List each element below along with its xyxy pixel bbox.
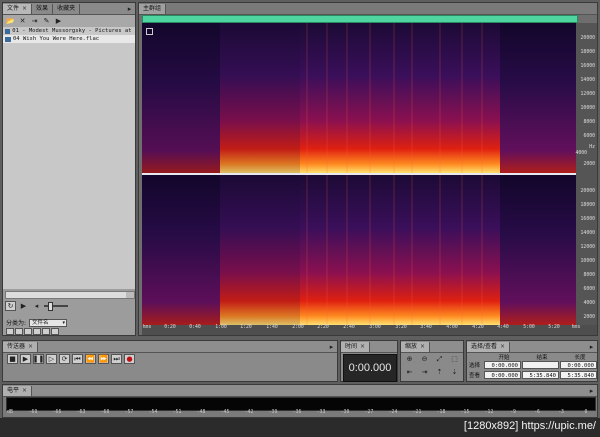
edit-file-icon[interactable]: ✎	[41, 16, 52, 26]
view-audio-icon[interactable]	[15, 328, 23, 335]
tab-files[interactable]: 文件 ×	[3, 4, 33, 14]
level-meter	[6, 397, 596, 411]
close-icon[interactable]: ×	[420, 343, 425, 350]
loop-icon[interactable]: ↻	[5, 301, 16, 311]
selection-end-field[interactable]	[522, 361, 559, 369]
zoom-out-horizontal-icon[interactable]: ⊖	[419, 354, 430, 364]
spectrogram	[142, 23, 576, 325]
selection-header: 开始 结束 长度	[498, 355, 586, 361]
file-list: 01 - Modest Mussorgsky - Pictures at an.…	[3, 27, 135, 289]
view-midi-icon[interactable]	[51, 328, 59, 335]
play-preview-icon[interactable]: ▶	[18, 301, 29, 311]
skip-to-start-icon[interactable]: ⏮	[72, 354, 83, 364]
pause-icon[interactable]: ❚❚	[33, 354, 44, 364]
tab-time[interactable]: 时间 ×	[341, 342, 371, 352]
play-file-icon[interactable]: ▶	[53, 16, 64, 26]
watermark-bar: [1280x892] https://upic.me/	[0, 418, 600, 437]
volume-icon[interactable]: ◂	[31, 301, 42, 311]
insert-icon[interactable]: ⇥	[29, 16, 40, 26]
preview-controls: ↻ ▶ ◂	[5, 301, 68, 311]
zoom-buttons: ⊕ ⊖ ⤢ ⬚ ⇤ ⇥ ⇡ ⇣	[404, 354, 461, 377]
transport-buttons: ■ ▶ ❚❚ ▷ ⟳ ⏮ ⏪ ⏩ ⏭ ●	[7, 354, 135, 364]
selection-length-field[interactable]: 0:00.000	[560, 361, 597, 369]
spectral-display[interactable]	[142, 23, 576, 325]
view-loop-icon[interactable]	[33, 328, 41, 335]
panel-menu-icon[interactable]: ▸	[124, 4, 135, 14]
selection-start-field[interactable]: 0:00.000	[484, 361, 521, 369]
list-item[interactable]: 04 Wish You Were Here.flac	[3, 35, 135, 43]
tab-effects[interactable]: 效果	[32, 4, 54, 14]
time-panel: 时间 × 0:00.000	[340, 340, 398, 382]
overview-bar[interactable]	[142, 15, 578, 23]
editor-panel: 主群组 Hz 20000 18000 16000 14000 12000 100…	[138, 2, 598, 336]
chevron-down-icon: ▾	[62, 319, 66, 326]
view-end-field[interactable]: 5:35.840	[522, 371, 559, 379]
tab-zoom[interactable]: 缩放 ×	[401, 342, 431, 352]
stop-icon[interactable]: ■	[7, 354, 18, 364]
file-list-scrollbar[interactable]	[5, 291, 135, 299]
tab-transport[interactable]: 传送器 ×	[3, 342, 39, 352]
view-session-icon[interactable]	[42, 328, 50, 335]
tab-selection-view[interactable]: 选择/查看 ×	[467, 342, 511, 352]
view-all-icon[interactable]	[6, 328, 14, 335]
sort-select[interactable]: 文件名 ▾	[29, 318, 68, 327]
panel-menu-icon[interactable]: ▸	[586, 342, 597, 352]
panel-menu-icon[interactable]: ▸	[326, 342, 337, 352]
skip-to-end-icon[interactable]: ⏭	[111, 354, 122, 364]
level-scale: dB -69 -66 -63 -60 -57 -54 -51 -48 -45 -…	[7, 410, 588, 415]
hud-icon[interactable]	[146, 28, 153, 35]
rewind-icon[interactable]: ⏪	[85, 354, 96, 364]
zoom-left-edge-icon[interactable]: ⇤	[404, 367, 415, 377]
tab-level[interactable]: 电平 ×	[3, 386, 33, 396]
time-display: 0:00.000	[343, 354, 397, 382]
view-row: 查看 0:00.000 5:35.840 5:35.840	[469, 371, 597, 379]
zoom-panel: 缩放 × ⊕ ⊖ ⤢ ⬚ ⇤ ⇥ ⇡ ⇣	[400, 340, 464, 382]
zoom-in-vertical-icon[interactable]: ⇡	[434, 367, 445, 377]
zoom-full-icon[interactable]: ⤢	[434, 354, 445, 364]
zoom-right-edge-icon[interactable]: ⇥	[419, 367, 430, 377]
play-icon[interactable]: ▶	[20, 354, 31, 364]
view-length-field[interactable]: 5:35.840	[560, 371, 597, 379]
audio-file-icon	[5, 28, 11, 34]
import-file-icon[interactable]: 📂	[5, 16, 16, 26]
zoom-selection-icon[interactable]: ⬚	[449, 354, 460, 364]
close-icon[interactable]: ×	[22, 387, 27, 394]
frequency-scale: Hz 20000 18000 16000 14000 12000 10000 8…	[575, 23, 597, 325]
close-icon[interactable]: ×	[360, 343, 365, 350]
play-loop-icon[interactable]: ⟳	[59, 354, 70, 364]
files-panel: 文件 × 效果 收藏夹 ▸ 📂 ✕ ⇥ ✎ ▶ 01 - Modest Musso…	[2, 2, 136, 336]
close-file-icon[interactable]: ✕	[17, 16, 28, 26]
zoom-in-horizontal-icon[interactable]: ⊕	[404, 354, 415, 364]
watermark: [1280x892] https://upic.me/	[463, 420, 596, 432]
play-from-cursor-icon[interactable]: ▷	[46, 354, 57, 364]
record-icon[interactable]: ●	[124, 354, 135, 364]
time-ruler[interactable]: hms 0:20 0:40 1:00 1:20 1:40 2:00 2:20 2…	[142, 325, 597, 335]
fast-forward-icon[interactable]: ⏩	[98, 354, 109, 364]
selection-view-panel: 选择/查看 × ▸ 开始 结束 长度 选择 0:00.000 0:00.000 查…	[466, 340, 598, 382]
selection-row: 选择 0:00.000 0:00.000	[469, 361, 597, 369]
tab-main-group[interactable]: 主群组	[139, 4, 167, 14]
zoom-out-vertical-icon[interactable]: ⇣	[449, 367, 460, 377]
close-icon[interactable]: ×	[28, 343, 33, 350]
level-panel: 电平 × ▸ dB -69 -66 -63 -60 -57 -54 -51 -48…	[2, 384, 598, 418]
list-item[interactable]: 01 - Modest Mussorgsky - Pictures at an.…	[3, 27, 135, 35]
close-icon[interactable]: ×	[500, 343, 505, 350]
tab-favorites[interactable]: 收藏夹	[53, 4, 81, 14]
view-buttons	[6, 328, 59, 335]
sort-row: 分类为: 文件名 ▾	[6, 318, 68, 327]
view-video-icon[interactable]	[24, 328, 32, 335]
audio-file-icon	[5, 36, 11, 42]
editor-tabbar: 主群组	[139, 3, 597, 15]
preview-slider[interactable]	[44, 302, 68, 311]
transport-panel: 传送器 × ▸ ■ ▶ ❚❚ ▷ ⟳ ⏮ ⏪ ⏩ ⏭ ●	[2, 340, 338, 382]
files-panel-tabbar: 文件 × 效果 收藏夹 ▸	[3, 3, 135, 15]
view-start-field[interactable]: 0:00.000	[484, 371, 521, 379]
panel-menu-icon[interactable]: ▸	[586, 386, 597, 396]
close-icon[interactable]: ×	[22, 5, 27, 12]
